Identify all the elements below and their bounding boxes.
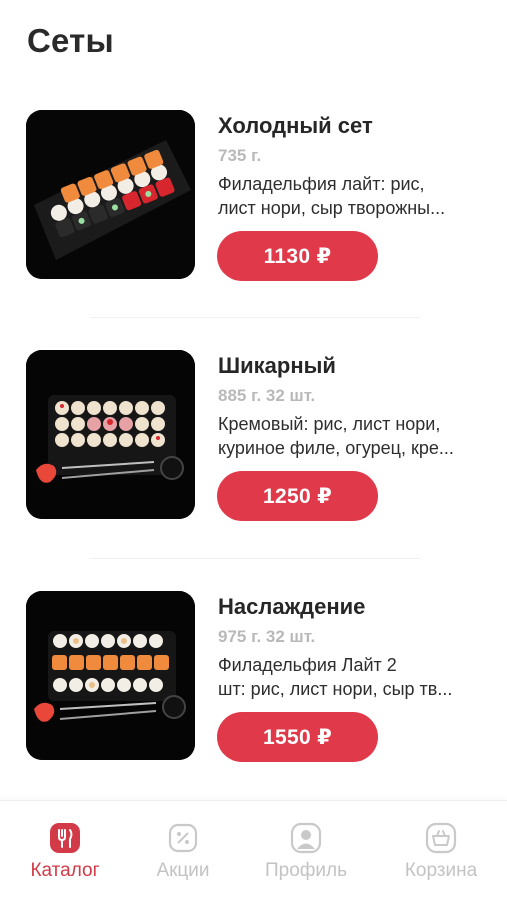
product-weight: 885 г. 32 шт. [218, 386, 316, 405]
product-name: Шикарный [218, 353, 336, 378]
price-button[interactable]: 1250 ₽ [217, 471, 378, 521]
product-name: Холодный сет [218, 113, 373, 138]
price-button[interactable]: 1130 ₽ [217, 231, 378, 281]
product-description: Кремовый: рис, лист нори, куриное филе, … [218, 412, 488, 460]
product-image[interactable] [26, 350, 195, 519]
nav-label: Корзина [404, 860, 478, 881]
description-line: лист нори, сыр творожны... [218, 198, 446, 218]
description-line: куриное филе, огурец, кре... [218, 438, 454, 458]
description-line: Филадельфия Лайт 2 [218, 655, 397, 675]
nav-label: Каталог [30, 860, 100, 881]
basket-icon [425, 822, 457, 854]
product-card-shikarny[interactable]: Шикарный 885 г. 32 шт. Кремовый: рис, ли… [0, 346, 507, 536]
product-weight: 735 г. [218, 146, 262, 165]
nav-label: Акции [156, 860, 210, 881]
sushi-set-photo [26, 350, 195, 519]
bottom-navigation: Каталог Акции Профиль Корзина [0, 800, 507, 900]
description-line: Кремовый: рис, лист нори, [218, 414, 441, 434]
product-card-naslazhdenie[interactable]: Наслаждение 975 г. 32 шт. Филадельфия Ла… [0, 587, 507, 777]
divider [90, 558, 420, 559]
utensils-icon [50, 823, 80, 853]
nav-item-cart[interactable]: Корзина [378, 821, 504, 891]
sushi-set-photo [26, 591, 195, 760]
product-description: Филадельфия Лайт 2 шт: рис, лист нори, с… [218, 653, 488, 701]
nav-item-promotions[interactable]: Акции [120, 821, 246, 891]
product-name: Наслаждение [218, 594, 366, 619]
page-title: Сеты [27, 22, 114, 59]
product-image[interactable] [26, 591, 195, 760]
description-line: шт: рис, лист нори, сыр тв... [218, 679, 453, 699]
product-image[interactable] [26, 110, 195, 279]
nav-item-catalog[interactable]: Каталог [2, 821, 128, 891]
percent-tag-icon [168, 823, 198, 853]
product-card-holodny[interactable]: Холодный сет 735 г. Филадельфия лайт: ри… [0, 106, 507, 296]
user-icon [290, 822, 322, 854]
nav-item-profile[interactable]: Профиль [243, 821, 369, 891]
product-weight: 975 г. 32 шт. [218, 627, 316, 646]
divider [90, 317, 420, 318]
sushi-set-photo [26, 110, 195, 279]
description-line: Филадельфия лайт: рис, [218, 174, 425, 194]
nav-label: Профиль [264, 860, 348, 881]
price-button[interactable]: 1550 ₽ [217, 712, 378, 762]
product-description: Филадельфия лайт: рис, лист нори, сыр тв… [218, 172, 488, 220]
